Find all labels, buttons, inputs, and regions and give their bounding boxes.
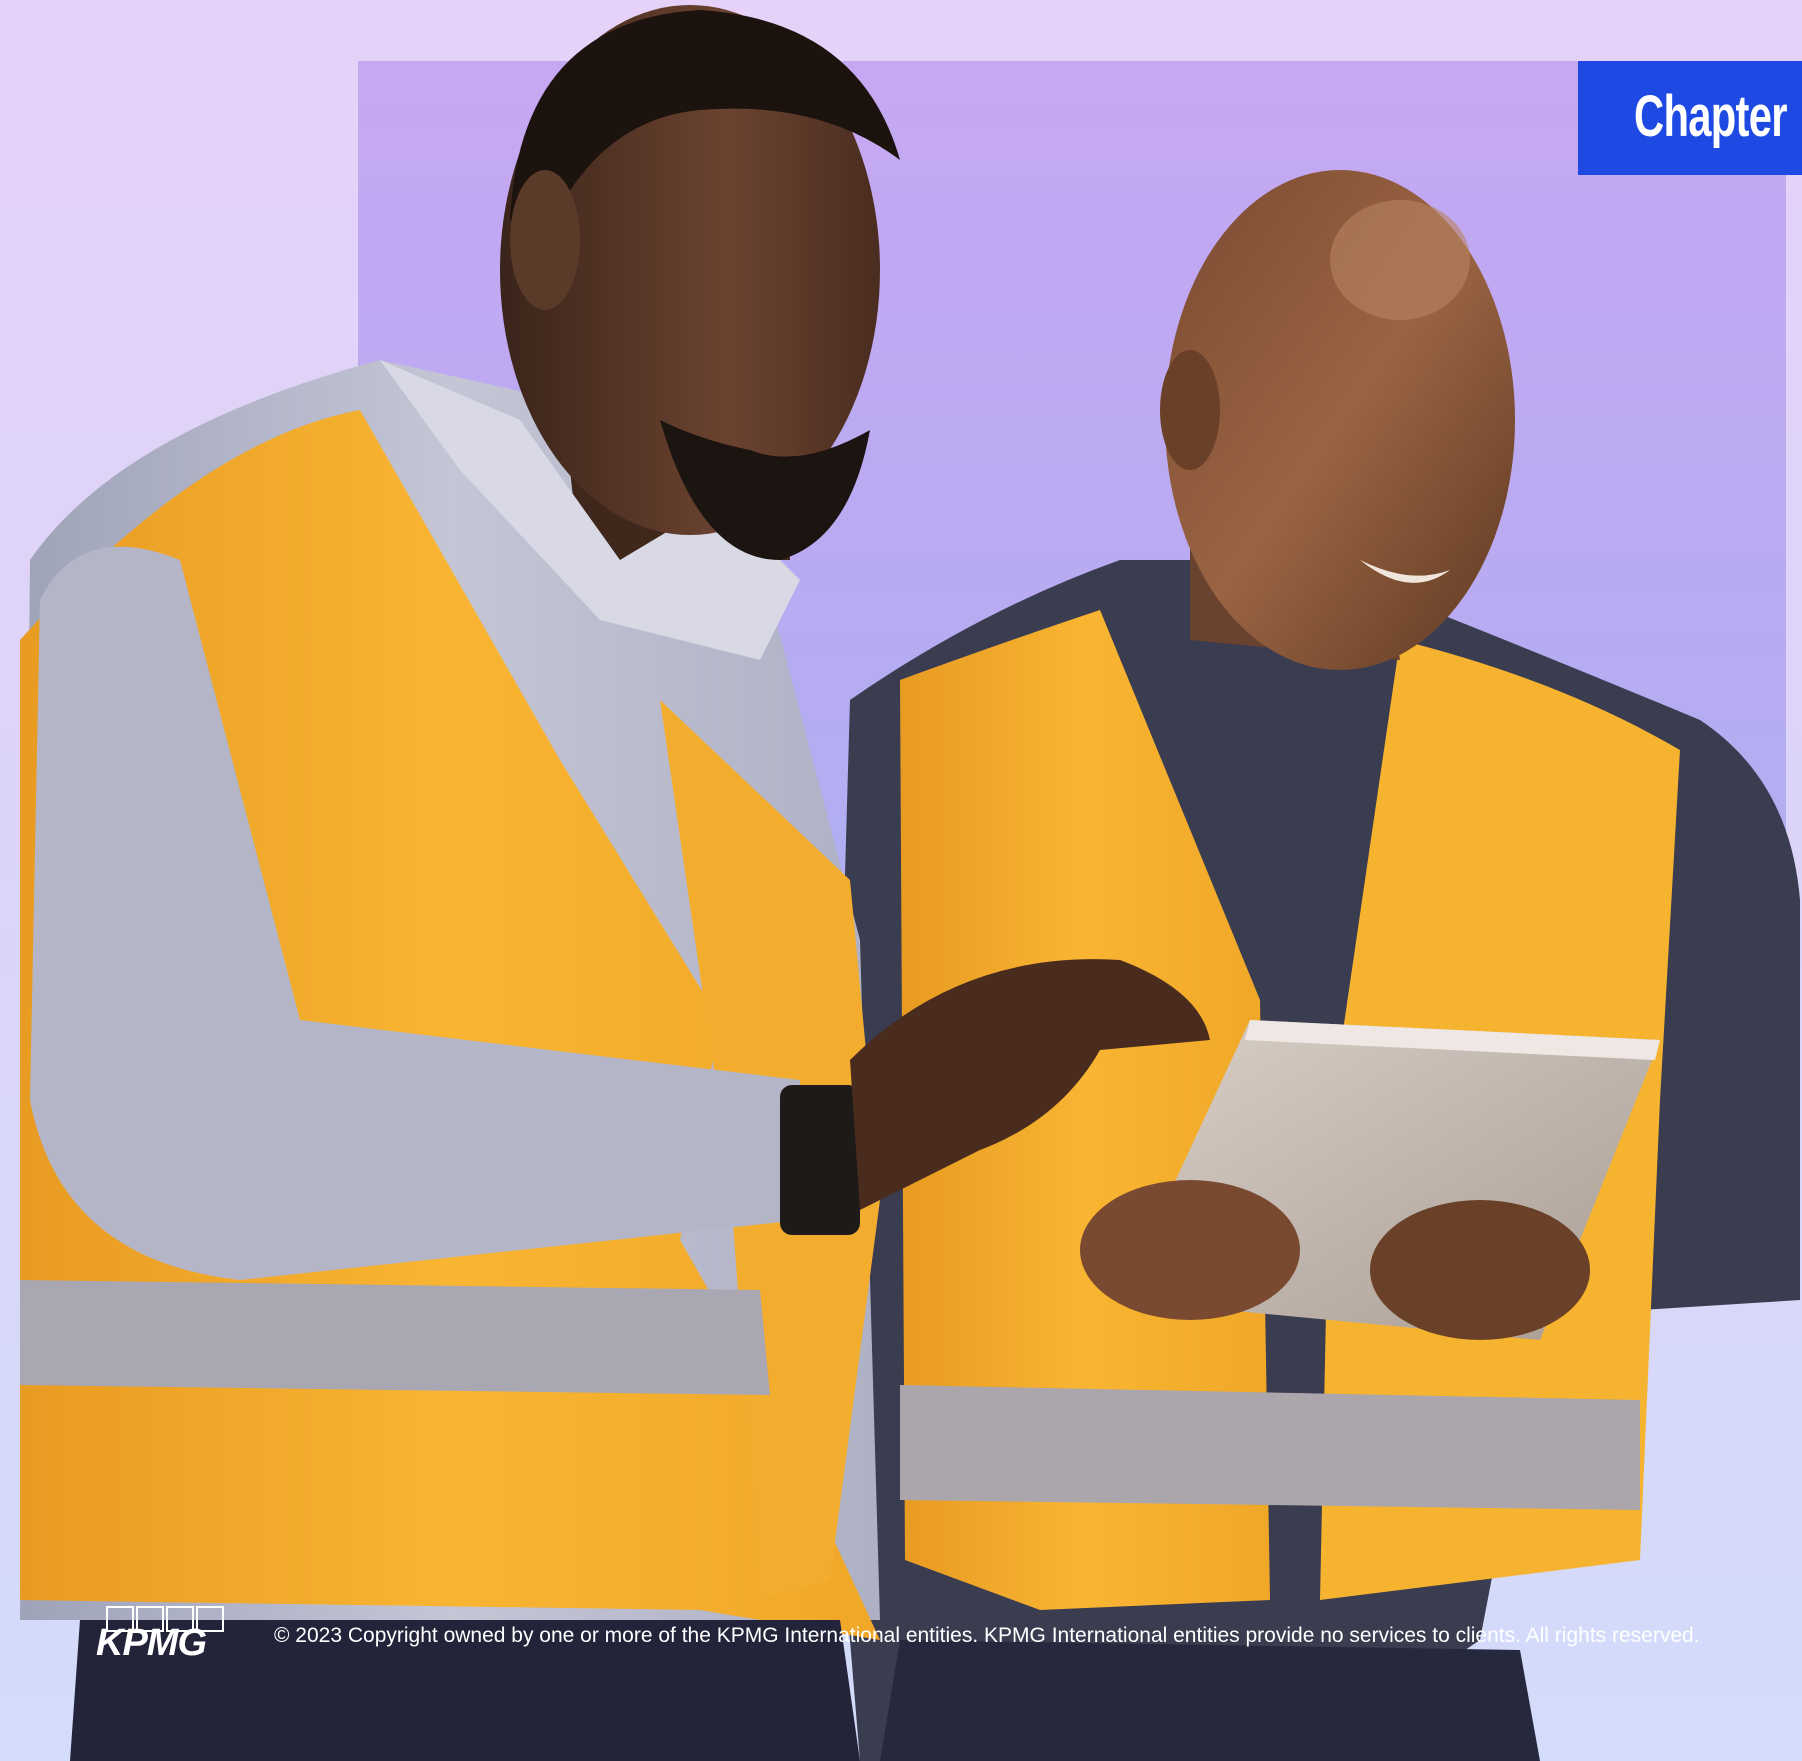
footer: KPMG © 2023 Copyright owned by one or mo… [96, 1604, 1796, 1674]
copyright-text: © 2023 Copyright owned by one or more of… [274, 1624, 1700, 1647]
right-worker-left-hand [1080, 1180, 1300, 1320]
left-vest-reflective-strip [20, 1280, 770, 1395]
left-worker-ear [510, 170, 580, 310]
right-worker-head-highlight [1330, 200, 1470, 320]
kpmg-logo-text: KPMG [96, 1622, 207, 1664]
watch-icon [780, 1085, 860, 1235]
right-worker-ear [1160, 350, 1220, 470]
page: Chapter KPMG © 2023 Copyright owned by o… [0, 0, 1802, 1761]
kpmg-logo[interactable]: KPMG [96, 1606, 232, 1664]
workers-photo [20, 5, 1800, 1761]
right-worker-right-hand [1370, 1200, 1590, 1340]
right-vest-reflective-strip [900, 1385, 1640, 1510]
